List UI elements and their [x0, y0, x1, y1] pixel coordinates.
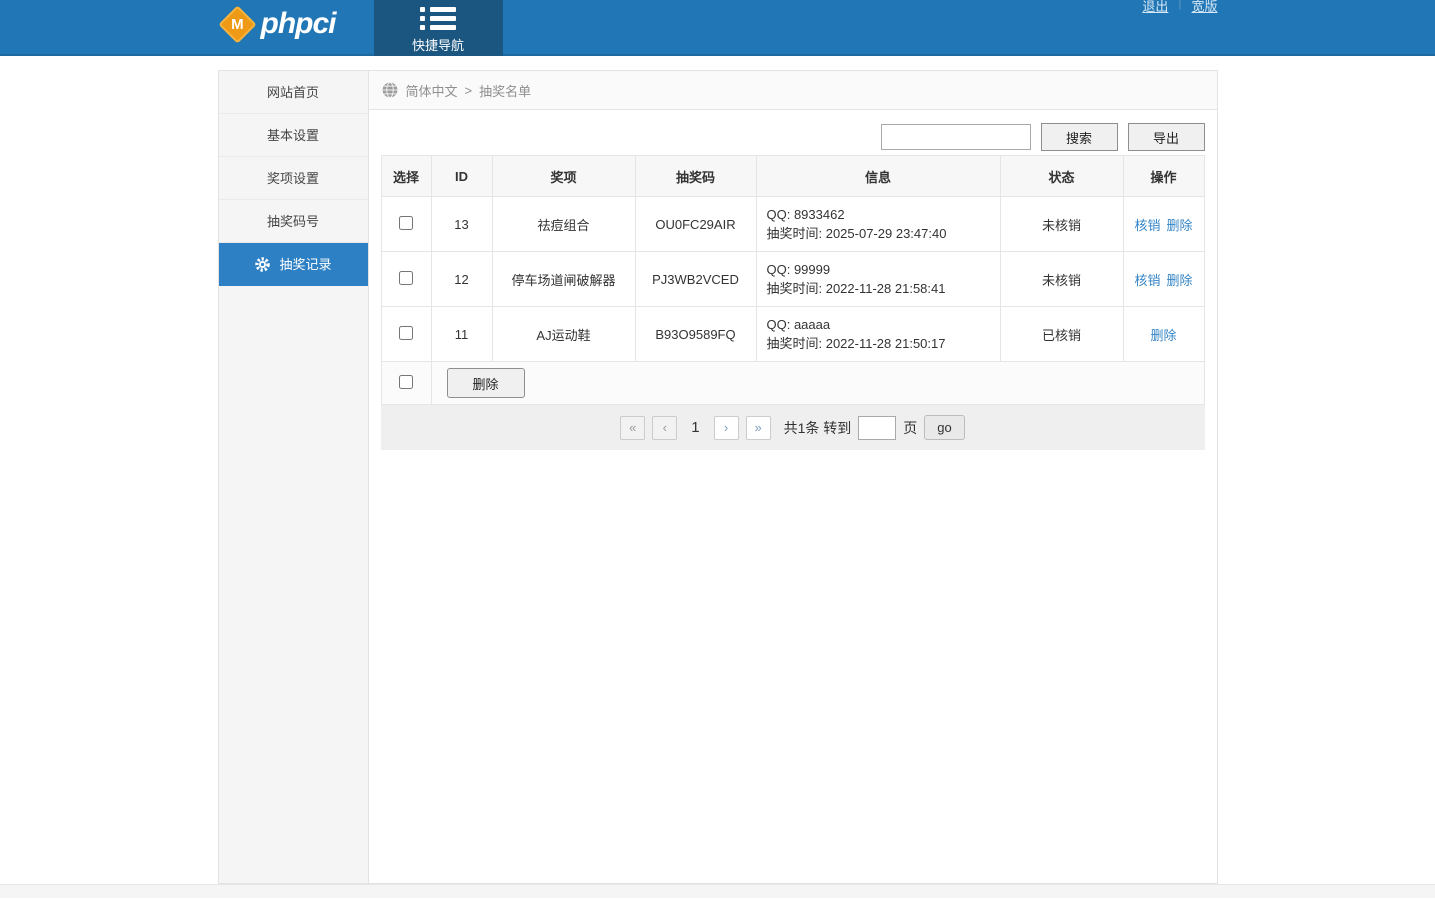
sidebar-item-label: 抽奖记录 [279, 243, 331, 286]
pagination-summary: 共1条 转到 [784, 418, 852, 438]
table-row: 12 停车场道闸破解器 PJ3WB2VCED QQ: 99999 抽奖时间: 2… [381, 252, 1204, 307]
table-row: 13 祛痘组合 OU0FC29AIR QQ: 8933462 抽奖时间: 202… [381, 197, 1204, 252]
cell-info: QQ: 8933462 抽奖时间: 2025-07-29 23:47:40 [756, 197, 1000, 252]
sidebar-item-lottery-codes[interactable]: 抽奖码号 [219, 200, 368, 243]
current-page-number: 1 [684, 419, 706, 436]
toolbar: 搜索 导出 [369, 110, 1217, 155]
pagination-bar: « ‹ 1 › » 共1条 转到 页 go [381, 405, 1205, 450]
col-header-id: ID [431, 156, 492, 197]
logout-link[interactable]: 退出 [1142, 0, 1168, 15]
row-checkbox[interactable] [399, 271, 413, 285]
sidebar-item-basic-settings[interactable]: 基本设置 [219, 114, 368, 157]
cell-actions: 删除 [1123, 307, 1204, 362]
records-table: 选择 ID 奖项 抽奖码 信息 状态 操作 13 祛痘组合 OU0FC29AI [381, 155, 1205, 405]
cell-actions: 核销删除 [1123, 252, 1204, 307]
breadcrumb-language[interactable]: 简体中文 [406, 81, 458, 100]
cell-id: 12 [431, 252, 492, 307]
breadcrumb: 简体中文 > 抽奖名单 [369, 71, 1217, 110]
cell-status: 未核销 [1000, 252, 1123, 307]
top-link-separator: | [1178, 0, 1181, 10]
info-qq: QQ: 8933462 [767, 205, 990, 224]
col-header-code: 抽奖码 [635, 156, 756, 197]
export-button[interactable]: 导出 [1128, 123, 1205, 151]
main-panel: 简体中文 > 抽奖名单 搜索 导出 选择 ID 奖项 抽奖码 [369, 71, 1217, 883]
go-button[interactable]: go [924, 415, 964, 440]
page-unit-label: 页 [903, 418, 917, 438]
cell-code: OU0FC29AIR [635, 197, 756, 252]
cell-id: 11 [431, 307, 492, 362]
quick-nav-tab[interactable]: 快捷导航 [374, 0, 503, 56]
delete-link[interactable]: 删除 [1150, 328, 1176, 343]
cell-code: PJ3WB2VCED [635, 252, 756, 307]
gear-icon [254, 256, 271, 273]
col-header-action: 操作 [1123, 156, 1204, 197]
cell-actions: 核销删除 [1123, 197, 1204, 252]
col-header-info: 信息 [756, 156, 1000, 197]
next-page-button[interactable]: › [714, 416, 739, 440]
cell-status: 已核销 [1000, 307, 1123, 362]
logo-text: phpci [261, 7, 336, 41]
row-checkbox[interactable] [399, 216, 413, 230]
quick-nav-label: 快捷导航 [374, 35, 503, 54]
app-logo: M phpci [224, 7, 336, 41]
delete-link[interactable]: 删除 [1167, 273, 1193, 288]
wide-mode-link[interactable]: 宽版 [1191, 0, 1217, 15]
row-checkbox[interactable] [399, 326, 413, 340]
info-time: 抽奖时间: 2022-11-28 21:50:17 [767, 334, 990, 353]
prev-page-button[interactable]: ‹ [652, 416, 677, 440]
search-button[interactable]: 搜索 [1041, 123, 1118, 151]
info-qq: QQ: aaaaa [767, 315, 990, 334]
bulk-action-row: 删除 [381, 362, 1204, 405]
records-table-wrap: 选择 ID 奖项 抽奖码 信息 状态 操作 13 祛痘组合 OU0FC29AI [381, 155, 1205, 450]
cell-status: 未核销 [1000, 197, 1123, 252]
sidebar-item-lottery-records[interactable]: 抽奖记录 [219, 243, 368, 286]
select-all-checkbox[interactable] [399, 375, 413, 389]
delete-link[interactable]: 删除 [1167, 218, 1193, 233]
col-header-status: 状态 [1000, 156, 1123, 197]
sidebar-item-home[interactable]: 网站首页 [219, 71, 368, 114]
verify-link[interactable]: 核销 [1134, 218, 1160, 233]
verify-link[interactable]: 核销 [1134, 273, 1160, 288]
table-row: 11 AJ运动鞋 B93O9589FQ QQ: aaaaa 抽奖时间: 2022… [381, 307, 1204, 362]
logo-diamond-icon: M [218, 5, 256, 43]
sidebar: 网站首页 基本设置 奖项设置 抽奖码号 抽奖记录 [219, 71, 369, 883]
cell-prize: 停车场道闸破解器 [492, 252, 635, 307]
cell-prize: AJ运动鞋 [492, 307, 635, 362]
top-header-bar: M phpci 快捷导航 退出 | 宽版 [0, 0, 1435, 56]
col-header-select: 选择 [381, 156, 431, 197]
globe-icon [381, 81, 399, 99]
info-qq: QQ: 99999 [767, 260, 990, 279]
page-number-input[interactable] [858, 416, 896, 440]
last-page-button[interactable]: » [746, 416, 771, 440]
cell-info: QQ: 99999 抽奖时间: 2022-11-28 21:58:41 [756, 252, 1000, 307]
logo-badge-letter: M [231, 16, 244, 33]
cell-prize: 祛痘组合 [492, 197, 635, 252]
cell-info: QQ: aaaaa 抽奖时间: 2022-11-28 21:50:17 [756, 307, 1000, 362]
info-time: 抽奖时间: 2022-11-28 21:58:41 [767, 279, 990, 298]
col-header-prize: 奖项 [492, 156, 635, 197]
content-wrapper: 网站首页 基本设置 奖项设置 抽奖码号 抽奖记录 简体中文 > 抽奖名单 搜索 [218, 70, 1218, 884]
cell-code: B93O9589FQ [635, 307, 756, 362]
info-time: 抽奖时间: 2025-07-29 23:47:40 [767, 224, 990, 243]
sidebar-item-prize-settings[interactable]: 奖项设置 [219, 157, 368, 200]
page-bottom-strip [0, 884, 1435, 898]
cell-id: 13 [431, 197, 492, 252]
table-header-row: 选择 ID 奖项 抽奖码 信息 状态 操作 [381, 156, 1204, 197]
breadcrumb-separator: > [465, 83, 473, 98]
bulk-delete-button[interactable]: 删除 [447, 368, 525, 398]
breadcrumb-current-page: 抽奖名单 [479, 81, 531, 100]
search-input[interactable] [881, 124, 1031, 150]
list-icon [420, 7, 456, 30]
first-page-button[interactable]: « [620, 416, 645, 440]
